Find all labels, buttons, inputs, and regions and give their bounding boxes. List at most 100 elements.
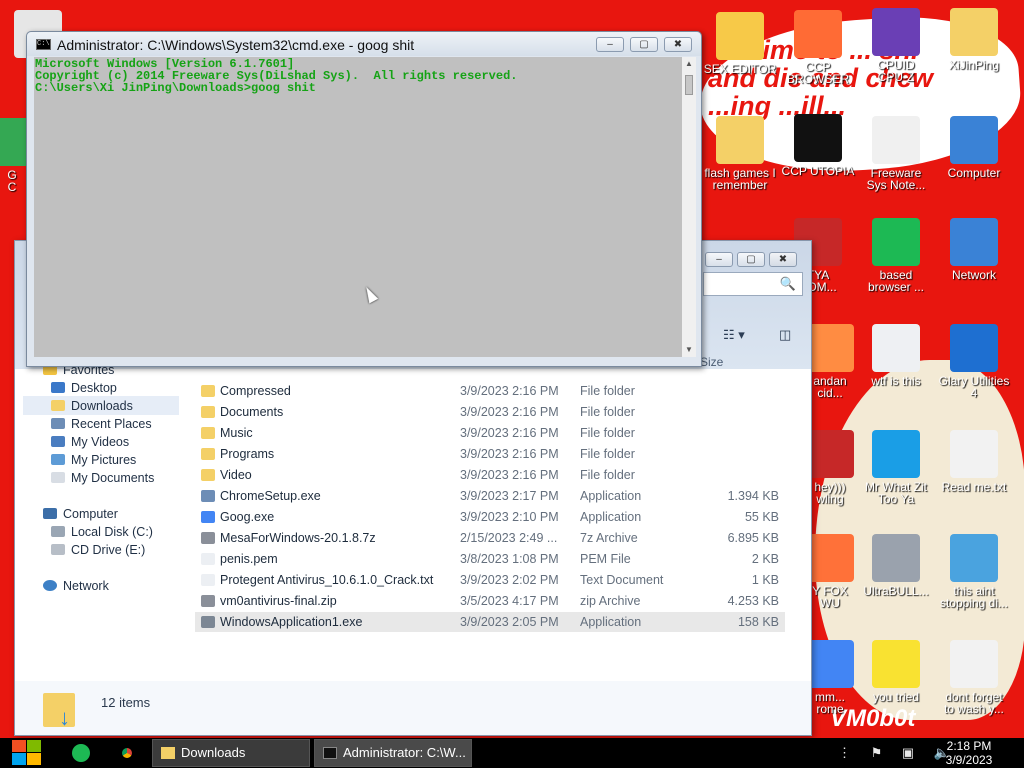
cmd-window: C:\ Administrator: C:\Windows\System32\c… <box>26 31 702 367</box>
desktop-shortcut[interactable]: Network <box>934 218 1014 281</box>
desktop-shortcut[interactable]: CCP BROWSER <box>778 10 858 85</box>
explorer-maximize-button[interactable]: ▢ <box>737 252 765 267</box>
desktop-shortcut[interactable]: you tried <box>856 640 936 703</box>
chrome-2-icon <box>806 640 854 688</box>
computer-icon <box>43 508 57 519</box>
task-cmd[interactable]: Administrator: C:\W... <box>314 739 472 767</box>
task-downloads[interactable]: Downloads <box>152 739 310 767</box>
file-name: ChromeSetup.exe <box>220 489 321 503</box>
nav-my-pictures[interactable]: My Pictures <box>51 451 136 469</box>
desktop-shortcut[interactable]: dont forget to wash y... <box>934 640 1014 715</box>
nav-network-label: Network <box>63 579 109 593</box>
windows-logo-quad <box>12 753 26 765</box>
desktop-shortcut[interactable]: SEX EDITOR <box>700 12 780 75</box>
desktop-shortcut[interactable]: this aint stopping di... <box>934 534 1014 609</box>
cmd-scrollbar[interactable]: ▲ ▼ <box>682 57 696 357</box>
file-name: Protegent Antivirus_10.6.1.0_Crack.txt <box>220 573 434 587</box>
desktop-shortcut-label: Glary Utilities 4 <box>938 374 1010 400</box>
desktop-shortcut[interactable]: wtf is this <box>856 324 936 387</box>
desktop-shortcut-label: CCP UTOPIA <box>781 164 855 178</box>
desktop-shortcut[interactable]: CPUID CPU-Z <box>856 8 936 83</box>
preview-pane-icon[interactable]: ◫ <box>779 327 791 343</box>
desktop-shortcut[interactable]: Mr What Zit Too Ya <box>856 430 936 505</box>
nav-my-videos[interactable]: My Videos <box>51 433 129 451</box>
nav-computer[interactable]: Computer <box>43 505 118 523</box>
desktop-shortcut[interactable]: based browser ... <box>856 218 936 293</box>
desktop-shortcut-label: dont forget to wash y... <box>944 690 1004 716</box>
recent-places-icon <box>51 418 65 429</box>
taskbar-clock[interactable]: 2:18 PM 3/9/2023 <box>936 739 1002 767</box>
file-row[interactable]: ChromeSetup.exe 3/9/2023 2:17 PM Applicati… <box>195 486 785 506</box>
file-date: 3/9/2023 2:16 PM <box>460 468 559 482</box>
file-type: File folder <box>580 426 635 440</box>
file-icon <box>201 553 215 565</box>
nav-cd-drive[interactable]: CD Drive (E:) <box>51 541 145 559</box>
file-row[interactable]: Programs 3/9/2023 2:16 PM File folder <box>195 444 785 464</box>
file-type: PEM File <box>580 552 631 566</box>
file-row[interactable]: WindowsApplication1.exe 3/9/2023 2:05 PM A… <box>195 612 785 632</box>
file-row[interactable]: penis.pem 3/8/2023 1:08 PM PEM File 2 KB <box>195 549 785 569</box>
xijinping-folder-icon <box>950 8 998 56</box>
desktop-shortcut-label: wtf is this <box>871 374 921 388</box>
file-name: Video <box>220 468 252 482</box>
file-row[interactable]: vm0antivirus-final.zip 3/5/2023 4:17 PM zi… <box>195 591 785 611</box>
file-row[interactable]: Documents 3/9/2023 2:16 PM File folder <box>195 402 785 422</box>
ccp-browser-icon <box>794 10 842 58</box>
chrome-pinned-icon[interactable] <box>118 744 136 762</box>
file-row[interactable]: MesaForWindows-20.1.8.7z 2/15/2023 2:49 .… <box>195 528 785 548</box>
desktop-shortcut[interactable]: XiJinPing <box>934 8 1014 71</box>
file-row[interactable]: Video 3/9/2023 2:16 PM File folder <box>195 465 785 485</box>
nav-my-documents[interactable]: My Documents <box>51 469 154 487</box>
cmd-close-button[interactable]: ✖ <box>664 37 692 52</box>
cmd-maximize-button[interactable]: ▢ <box>630 37 658 52</box>
nav-recent-places[interactable]: Recent Places <box>51 415 152 433</box>
file-size: 55 KB <box>744 510 779 524</box>
desktop-shortcut-label: Mr What Zit Too Ya <box>865 480 927 506</box>
cmd-console[interactable]: Microsoft Windows [Version 6.1.7601] Cop… <box>34 57 682 357</box>
file-row[interactable]: Music 3/9/2023 2:16 PM File folder <box>195 423 785 443</box>
file-date: 3/8/2023 1:08 PM <box>460 552 559 566</box>
desktop-shortcut-label: flash games I remember <box>704 166 776 192</box>
firefox-icon <box>806 534 854 582</box>
file-size: 1.394 KB <box>727 489 779 503</box>
nav-documents-label: My Documents <box>71 471 155 485</box>
archive-icon <box>201 532 215 544</box>
nav-network[interactable]: Network <box>43 577 109 595</box>
file-row[interactable]: Compressed 3/9/2023 2:16 PM File folder <box>195 381 785 401</box>
desktop-shortcut[interactable]: Glary Utilities 4 <box>934 324 1014 399</box>
desktop-shortcut[interactable]: Freeware Sys Note... <box>856 116 936 191</box>
folder-icon <box>161 747 175 759</box>
nav-local-disk[interactable]: Local Disk (C:) <box>51 523 153 541</box>
spotify-pinned-icon[interactable] <box>72 744 90 762</box>
search-icon[interactable]: 🔍 <box>780 276 796 292</box>
file-size: 6.895 KB <box>727 531 779 545</box>
text-file-icon <box>201 574 215 586</box>
file-name: MesaForWindows-20.1.8.7z <box>220 531 376 545</box>
explorer-search-input[interactable]: 🔍 <box>703 272 803 296</box>
download-arrow-icon: ↓ <box>59 705 70 730</box>
view-options-icon[interactable]: ☷ ▾ <box>723 327 745 343</box>
file-type: 7z Archive <box>580 531 638 545</box>
desktop-shortcut[interactable]: Computer <box>934 116 1014 179</box>
desktop-shortcut[interactable]: flash games I remember <box>700 116 780 191</box>
app-icon <box>201 616 215 628</box>
start-button[interactable] <box>10 738 44 768</box>
column-header-size[interactable]: Size <box>700 355 723 369</box>
nav-desktop[interactable]: Desktop <box>51 379 117 397</box>
scroll-up-icon[interactable]: ▲ <box>685 59 693 68</box>
desktop-shortcut[interactable]: CCP UTOPIA <box>778 114 858 177</box>
desktop-shortcut[interactable]: UltraBULL... <box>856 534 936 597</box>
cmd-titlebar[interactable]: C:\ Administrator: C:\Windows\System32\c… <box>27 32 701 56</box>
desktop-shortcut-label: SEX EDITOR <box>703 62 777 76</box>
file-size: 4.253 KB <box>727 594 779 608</box>
desktop-shortcut[interactable]: Read me.txt <box>934 430 1014 493</box>
scroll-down-icon[interactable]: ▼ <box>685 345 693 354</box>
file-row[interactable]: Goog.exe 3/9/2023 2:10 PM Application 55 KB <box>195 507 785 527</box>
explorer-minimize-button[interactable]: ‒ <box>705 252 733 267</box>
cmd-scroll-thumb[interactable] <box>685 75 693 95</box>
explorer-close-button[interactable]: ✖ <box>769 252 797 267</box>
file-name: Goog.exe <box>220 510 275 524</box>
nav-downloads[interactable]: Downloads <box>51 397 133 415</box>
file-row[interactable]: Protegent Antivirus_10.6.1.0_Crack.txt 3/… <box>195 570 785 590</box>
cmd-minimize-button[interactable]: ‒ <box>596 37 624 52</box>
